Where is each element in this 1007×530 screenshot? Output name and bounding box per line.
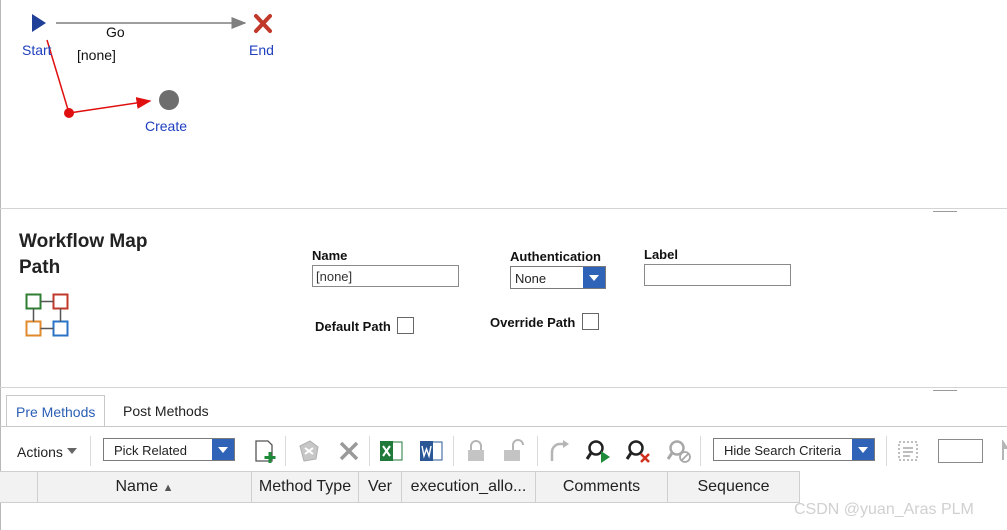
chevron-down-icon[interactable]	[583, 267, 605, 288]
search-mode-select[interactable]: Hide Search Criteria	[713, 438, 875, 461]
clear-search-icon[interactable]	[625, 438, 651, 464]
override-path-checkbox[interactable]	[582, 313, 599, 330]
override-path-label: Override Path	[490, 315, 576, 330]
toolbar-separator	[886, 436, 887, 466]
map-form-divider	[0, 208, 1007, 209]
column-header-ver[interactable]: Ver	[359, 471, 402, 503]
stop-search-icon[interactable]	[666, 438, 692, 464]
actions-chevron-down-icon[interactable]	[67, 448, 77, 455]
authentication-value: None	[515, 271, 547, 286]
pick-related-select[interactable]: Pick Related	[103, 438, 235, 461]
sort-ascending-icon: ▲	[162, 482, 174, 494]
page-number-input[interactable]	[938, 439, 983, 463]
path-none-label: [none]	[77, 47, 116, 63]
tab-strip-border	[0, 426, 1007, 427]
pick-replace-icon[interactable]	[296, 438, 322, 464]
toolbar-separator	[453, 436, 454, 466]
create-node-icon[interactable]	[159, 90, 179, 110]
chevron-down-icon[interactable]	[852, 439, 874, 460]
toolbar-separator	[700, 436, 701, 466]
label-field[interactable]	[644, 264, 791, 286]
end-node-icon[interactable]	[254, 14, 272, 33]
page-layout-icon[interactable]	[896, 438, 922, 464]
pick-related-value: Pick Related	[114, 443, 187, 458]
label-label: Label	[644, 247, 678, 262]
toolbar-separator	[285, 436, 286, 466]
workflow-map-icon	[25, 293, 69, 337]
tab-post-methods[interactable]: Post Methods	[114, 395, 218, 427]
toolbar-separator	[90, 436, 91, 466]
promote-icon[interactable]	[546, 438, 572, 464]
watermark: CSDN @yuan_Aras PLM	[794, 501, 974, 518]
search-mode-value: Hide Search Criteria	[724, 443, 842, 458]
path-bend-handle[interactable]	[64, 108, 74, 118]
splitter-handle[interactable]	[933, 211, 957, 212]
path-go-label: Go	[106, 24, 125, 40]
delete-icon[interactable]	[336, 438, 362, 464]
start-node-label: Start	[22, 42, 52, 58]
splitter-handle-2[interactable]	[933, 390, 957, 391]
add-item-icon[interactable]	[253, 438, 279, 464]
run-search-icon[interactable]	[585, 438, 611, 464]
form-title: Workflow Map Path	[19, 231, 148, 278]
excel-export-icon[interactable]	[378, 438, 404, 464]
unlock-icon[interactable]	[501, 438, 527, 464]
lock-icon[interactable]	[463, 438, 489, 464]
toolbar-separator	[369, 436, 370, 466]
default-path-label: Default Path	[315, 319, 391, 334]
create-node-label: Create	[145, 118, 188, 134]
word-export-icon[interactable]	[418, 438, 444, 464]
authentication-select[interactable]: None	[510, 266, 606, 289]
default-path-checkbox[interactable]	[397, 317, 414, 334]
chevron-down-icon[interactable]	[212, 439, 234, 460]
toolbar-separator	[537, 436, 538, 466]
name-label: Name	[312, 248, 348, 263]
column-header-comments[interactable]: Comments	[536, 471, 668, 503]
grid-select-column[interactable]	[0, 471, 38, 503]
column-header-method-type[interactable]: Method Type	[252, 471, 359, 503]
authentication-label: Authentication	[510, 249, 601, 264]
actions-menu-label[interactable]: Actions	[17, 444, 63, 460]
workflow-map-canvas[interactable]	[0, 0, 1007, 208]
end-node-label: End	[249, 42, 274, 58]
form-tabs-divider	[0, 387, 1007, 388]
column-header-name-label: Name	[115, 478, 159, 495]
name-field[interactable]	[312, 265, 459, 287]
column-header-execution-allowed[interactable]: execution_allo...	[402, 471, 536, 503]
first-page-icon[interactable]	[999, 440, 1007, 462]
column-header-sequence[interactable]: Sequence	[668, 471, 800, 503]
start-node-icon[interactable]	[32, 14, 46, 32]
tab-pre-methods[interactable]: Pre Methods	[6, 395, 106, 427]
column-header-name[interactable]: Name ▲	[38, 471, 252, 503]
